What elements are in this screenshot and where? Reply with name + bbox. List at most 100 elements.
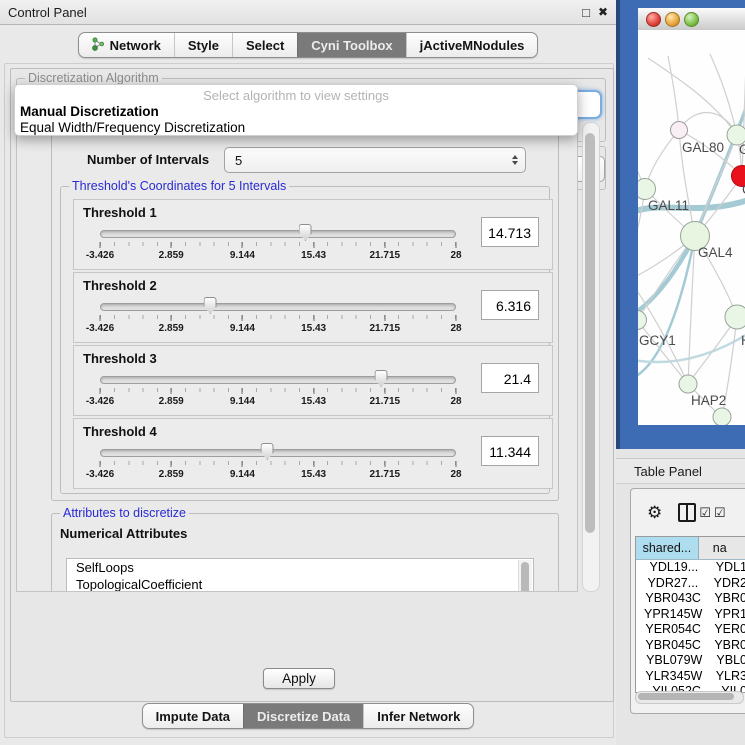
table-horizontal-scrollbar-thumb[interactable] bbox=[638, 693, 734, 700]
close-traffic-light-icon[interactable] bbox=[646, 12, 661, 27]
table-horizontal-scrollbar[interactable] bbox=[635, 691, 744, 704]
network-node-gal80[interactable] bbox=[671, 122, 688, 139]
table-cell[interactable]: YBL0 bbox=[712, 653, 745, 669]
slider-tick-label: 9.144 bbox=[230, 323, 255, 334]
threshold-4-value[interactable]: 11.344 bbox=[481, 436, 539, 466]
network-edge[interactable] bbox=[668, 56, 679, 130]
slider-thumb[interactable] bbox=[261, 443, 274, 460]
slider-track[interactable] bbox=[100, 376, 456, 384]
network-node-label: GAL11 bbox=[648, 198, 689, 213]
slider-major-tick bbox=[100, 388, 101, 394]
slider-tick-label: 2.859 bbox=[159, 250, 184, 261]
checkbox-icon[interactable]: ☑ bbox=[699, 506, 711, 519]
network-edge[interactable] bbox=[710, 54, 737, 135]
minimize-traffic-light-icon[interactable] bbox=[665, 12, 680, 27]
table-cell[interactable]: YER0 bbox=[710, 622, 745, 638]
table-cell[interactable]: YBL079W bbox=[636, 653, 712, 669]
threshold-3-value[interactable]: 21.4 bbox=[481, 363, 539, 393]
threshold-4-slider[interactable]: -3.4262.8599.14415.4321.71528 bbox=[100, 445, 456, 485]
network-node-gcy1[interactable] bbox=[638, 311, 647, 330]
settings-scrollbar[interactable] bbox=[582, 122, 600, 592]
tab-discretize-data[interactable]: Discretize Data bbox=[243, 704, 363, 728]
column-header-shared-name[interactable]: shared... bbox=[636, 537, 699, 559]
apply-button[interactable]: Apply bbox=[263, 668, 335, 689]
threshold-2-label: Threshold 2 bbox=[83, 278, 157, 293]
network-edge[interactable] bbox=[695, 86, 745, 236]
checkbox-icon[interactable]: ☑ bbox=[714, 506, 726, 519]
table-row[interactable]: YDL19...YDL1 bbox=[636, 560, 745, 576]
dropdown-option-equal-width-frequency[interactable]: Equal Width/Frequency Discretization bbox=[15, 120, 577, 136]
slider-thumb[interactable] bbox=[204, 297, 217, 314]
attributes-group-label: Attributes to discretize bbox=[60, 506, 189, 520]
network-node[interactable] bbox=[713, 408, 731, 425]
slider-tick-label: 15.43 bbox=[301, 469, 326, 480]
slider-track[interactable] bbox=[100, 230, 456, 238]
network-node-label: GAL4 bbox=[698, 245, 733, 260]
table-cell[interactable]: YBR043C bbox=[636, 591, 710, 607]
slider-thumb[interactable] bbox=[375, 370, 388, 387]
slider-track[interactable] bbox=[100, 449, 456, 457]
slider-tick-label: 2.859 bbox=[159, 323, 184, 334]
threshold-3-panel: Threshold 3 -3.4262.8599.14415.4321.7152… bbox=[73, 345, 553, 416]
threshold-1-slider[interactable]: -3.4262.8599.14415.4321.71528 bbox=[100, 226, 456, 266]
tab-impute-data[interactable]: Impute Data bbox=[143, 704, 243, 728]
table-row[interactable]: YBR045CYBR0 bbox=[636, 638, 745, 654]
table-row[interactable]: YBR043CYBR0 bbox=[636, 591, 745, 607]
slider-track[interactable] bbox=[100, 303, 456, 311]
settings-scrollbar-thumb[interactable] bbox=[585, 133, 595, 533]
table-row[interactable]: YBL079WYBL0 bbox=[636, 653, 745, 669]
network-edge[interactable] bbox=[638, 320, 688, 384]
table-cell[interactable]: YER054C bbox=[636, 622, 710, 638]
threshold-1-value[interactable]: 14.713 bbox=[481, 217, 539, 247]
slider-thumb[interactable] bbox=[299, 224, 312, 241]
dropdown-option-manual-discretization[interactable]: Manual Discretization bbox=[15, 104, 577, 120]
threshold-2-value[interactable]: 6.316 bbox=[481, 290, 539, 320]
network-canvas[interactable]: GAL80GACGAL11GAL4GCY1HHAP2 bbox=[638, 30, 745, 425]
tab-infer-network[interactable]: Infer Network bbox=[363, 704, 473, 728]
table-row[interactable]: YLR345WYLR3 bbox=[636, 669, 745, 685]
slider-major-tick bbox=[456, 242, 457, 248]
table-cell[interactable]: YBR045C bbox=[636, 638, 710, 654]
table-cell[interactable]: YBR0 bbox=[710, 638, 745, 654]
tab-network[interactable]: Network bbox=[79, 33, 174, 57]
tab-jactivemnodules[interactable]: jActiveMNodules bbox=[406, 33, 538, 57]
float-icon[interactable]: □ bbox=[582, 6, 590, 19]
threshold-3-slider[interactable]: -3.4262.8599.14415.4321.71528 bbox=[100, 372, 456, 412]
tab-cyni-toolbox[interactable]: Cyni Toolbox bbox=[297, 33, 405, 57]
column-header-name[interactable]: na bbox=[699, 537, 745, 559]
interval-definition-group: Interval Definition Number of Intervals … bbox=[51, 131, 559, 501]
attributes-scrollbar-thumb[interactable] bbox=[521, 562, 529, 592]
attribute-item[interactable]: TopologicalCoefficient bbox=[67, 576, 533, 592]
network-node-gal11[interactable] bbox=[638, 179, 656, 200]
table-cell[interactable]: YLR3 bbox=[712, 669, 745, 685]
table-cell[interactable]: YLR345W bbox=[636, 669, 712, 685]
table-cell[interactable]: YPR1 bbox=[710, 607, 745, 623]
threshold-3-label: Threshold 3 bbox=[83, 351, 157, 366]
number-of-intervals-combobox[interactable]: 5 bbox=[224, 147, 526, 173]
gear-icon[interactable]: ⚙ bbox=[647, 504, 662, 521]
network-node-hap2[interactable] bbox=[679, 375, 697, 393]
attributes-scrollbar[interactable] bbox=[518, 560, 532, 592]
threshold-2-slider[interactable]: -3.4262.8599.14415.4321.71528 bbox=[100, 299, 456, 339]
table-cell[interactable]: YDL1 bbox=[712, 560, 745, 576]
numerical-attributes-list[interactable]: SelfLoopsTopologicalCoefficientBetweenne… bbox=[66, 558, 534, 592]
table-row[interactable]: YER054CYER0 bbox=[636, 622, 745, 638]
attribute-item[interactable]: SelfLoops bbox=[67, 559, 533, 576]
table-cell[interactable]: YDR2 bbox=[710, 576, 745, 592]
columns-icon[interactable] bbox=[678, 503, 696, 522]
zoom-traffic-light-icon[interactable] bbox=[684, 12, 699, 27]
table-cell[interactable]: YDR27... bbox=[636, 576, 710, 592]
thresholds-group-label: Threshold's Coordinates for 5 Intervals bbox=[69, 179, 289, 193]
control-panel-tabbar: Network Style Select Cyni Toolbox jActiv… bbox=[0, 32, 616, 58]
close-icon[interactable]: ✖ bbox=[598, 6, 608, 18]
network-node-h[interactable] bbox=[725, 305, 745, 329]
table-cell[interactable]: YDL19... bbox=[636, 560, 712, 576]
tab-select[interactable]: Select bbox=[232, 33, 297, 57]
table-cell[interactable]: YPR145W bbox=[636, 607, 710, 623]
table-row[interactable]: YDR27...YDR2 bbox=[636, 576, 745, 592]
network-window-titlebar bbox=[638, 8, 745, 31]
table-row[interactable]: YPR145WYPR1 bbox=[636, 607, 745, 623]
network-edge[interactable] bbox=[648, 58, 737, 135]
table-cell[interactable]: YBR0 bbox=[710, 591, 745, 607]
tab-style[interactable]: Style bbox=[174, 33, 232, 57]
